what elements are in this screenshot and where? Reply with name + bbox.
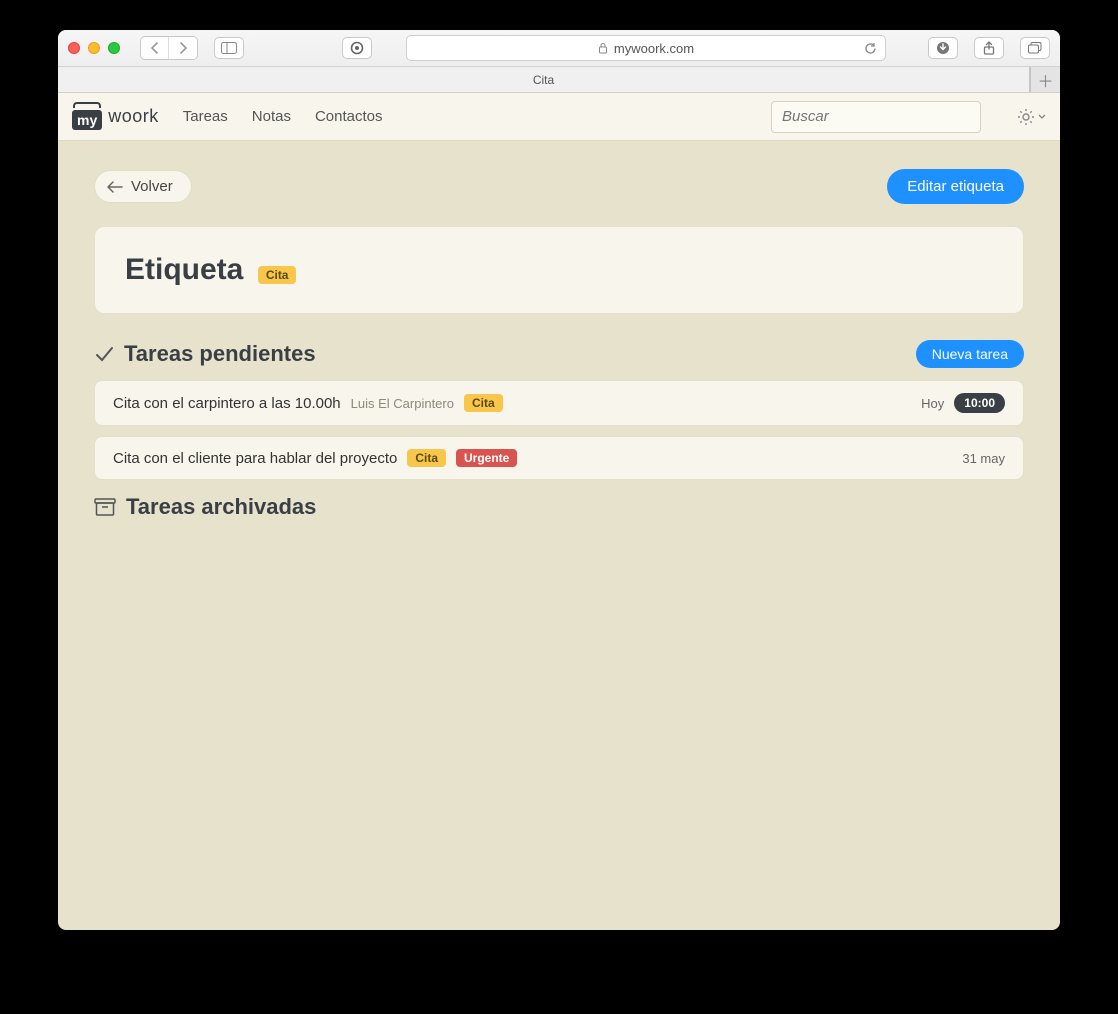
address-bar-wrap: mywoork.com xyxy=(380,35,912,61)
lock-icon xyxy=(598,42,608,54)
pending-title: Tareas pendientes xyxy=(124,341,316,367)
page-title: Etiqueta xyxy=(125,253,243,287)
gear-icon xyxy=(1017,108,1035,126)
downloads-button[interactable] xyxy=(928,37,958,59)
task-tag: Urgente xyxy=(456,449,517,467)
nav-forward-button[interactable] xyxy=(169,37,197,59)
address-bar[interactable]: mywoork.com xyxy=(406,35,886,61)
reader-button[interactable] xyxy=(342,37,372,59)
nav-back-button[interactable] xyxy=(141,37,169,59)
task-row[interactable]: Cita con el cliente para hablar del proy… xyxy=(94,436,1024,480)
task-tag: Cita xyxy=(407,449,446,467)
header-tag: Cita xyxy=(258,266,297,284)
reload-icon[interactable] xyxy=(864,42,877,55)
nav-back-forward xyxy=(140,36,198,60)
logo-prefix: my xyxy=(72,110,102,130)
url-text: mywoork.com xyxy=(614,41,694,56)
chevron-down-icon xyxy=(1038,114,1046,120)
minimize-window-button[interactable] xyxy=(88,42,100,54)
new-tab-button[interactable]: ＋ xyxy=(1030,67,1060,92)
archived-section-head: Tareas archivadas xyxy=(94,494,1024,520)
top-actions: Volver Editar etiqueta xyxy=(94,169,1024,204)
archived-title: Tareas archivadas xyxy=(126,494,316,520)
task-row[interactable]: Cita con el carpintero a las 10.00h Luis… xyxy=(94,380,1024,426)
task-title: Cita con el carpintero a las 10.00h xyxy=(113,395,341,412)
share-button[interactable] xyxy=(974,37,1004,59)
task-tag: Cita xyxy=(464,394,503,412)
maximize-window-button[interactable] xyxy=(108,42,120,54)
nav-link-tareas[interactable]: Tareas xyxy=(183,108,228,125)
sidebar-toggle-button[interactable] xyxy=(214,37,244,59)
archive-icon xyxy=(94,498,116,516)
settings-menu[interactable] xyxy=(1017,108,1046,126)
search-input[interactable] xyxy=(771,101,981,133)
edit-tag-button[interactable]: Editar etiqueta xyxy=(887,169,1024,204)
logo-suffix: woork xyxy=(108,106,159,127)
back-label: Volver xyxy=(131,178,173,195)
app-logo[interactable]: my woork xyxy=(72,104,159,130)
check-icon xyxy=(94,344,114,364)
browser-window: mywoork.com Cita xyxy=(58,30,1060,930)
browser-tab[interactable]: Cita xyxy=(58,67,1030,92)
page-content: Volver Editar etiqueta Etiqueta Cita Tar… xyxy=(58,141,1060,930)
browser-chrome: mywoork.com Cita xyxy=(58,30,1060,93)
titlebar: mywoork.com xyxy=(58,30,1060,66)
task-title: Cita con el cliente para hablar del proy… xyxy=(113,450,397,467)
tab-title: Cita xyxy=(533,73,554,87)
app-navbar: my woork Tareas Notas Contactos xyxy=(58,93,1060,141)
task-contact: Luis El Carpintero xyxy=(351,396,454,411)
task-time: 10:00 xyxy=(954,393,1005,413)
nav-link-contactos[interactable]: Contactos xyxy=(315,108,383,125)
task-date: Hoy xyxy=(921,396,944,411)
tabs-overview-button[interactable] xyxy=(1020,37,1050,59)
tab-bar: Cita ＋ xyxy=(58,66,1060,92)
pending-section-head: Tareas pendientes Nueva tarea xyxy=(94,340,1024,368)
new-task-button[interactable]: Nueva tarea xyxy=(916,340,1024,368)
task-date: 31 may xyxy=(962,451,1005,466)
tag-header-card: Etiqueta Cita xyxy=(94,226,1024,314)
close-window-button[interactable] xyxy=(68,42,80,54)
back-button[interactable]: Volver xyxy=(94,170,192,203)
window-controls xyxy=(68,42,120,54)
nav-link-notas[interactable]: Notas xyxy=(252,108,291,125)
arrow-left-icon xyxy=(107,181,123,193)
chrome-right-buttons xyxy=(920,37,1050,59)
